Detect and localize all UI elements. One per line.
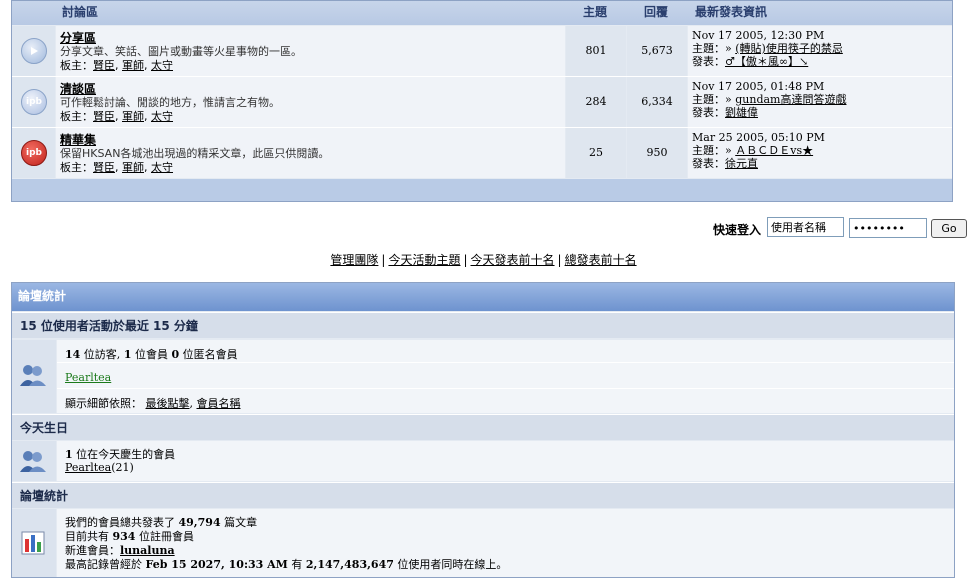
last-poster-link[interactable]: 徐元直 (725, 157, 758, 170)
ipb-redirect-icon: ipb (21, 140, 47, 166)
last-post-arrow: » (725, 42, 732, 55)
topic-count: 25 (566, 128, 626, 178)
birthday-member: Pearltea(21) (65, 461, 134, 474)
header-last-post: 最新發表資訊 (695, 5, 768, 19)
header-replies: 回覆 (644, 5, 669, 19)
moderator-link[interactable]: 賢臣 (93, 161, 115, 174)
forum-row: ipb 精華集 保留HKSAN各城池出現過的精采文章，此區只供閱讀。 板主：賢臣… (12, 128, 952, 178)
forum-table: 討論區 主題 回覆 最新發表資訊 分享區 分享文章、笑話、圖片或動畫等火星事物的… (11, 0, 953, 202)
sort-member-name-link[interactable]: 會員名稱 (197, 397, 241, 410)
topic-count: 801 (566, 26, 626, 76)
topic-count: 284 (566, 77, 626, 127)
ipb-read-icon: ipb (21, 89, 47, 115)
last-post-date: Mar 25 2005, 05:10 PM (692, 131, 825, 144)
forum-read-icon (21, 38, 47, 64)
moderator-link[interactable]: 軍師 (122, 110, 144, 123)
forum-moderators: 板主：賢臣, 軍師, 太守 (60, 110, 173, 123)
forum-table-header: 討論區 主題 回覆 最新發表資訊 (12, 1, 952, 25)
moderator-link[interactable]: 賢臣 (93, 59, 115, 72)
sort-last-click-link[interactable]: 最後點擊 (146, 397, 190, 410)
birthday-header: 今天生日 (12, 414, 954, 440)
forum-moderators: 板主：賢臣, 軍師, 太守 (60, 59, 173, 72)
poster-label: 發表： (692, 157, 725, 170)
header-topics: 主題 (583, 5, 608, 19)
last-post-topic-link[interactable]: ＡＢＣＤＥvs★ (735, 144, 813, 157)
users-icon (20, 451, 46, 472)
moderator-link[interactable]: 軍師 (122, 161, 144, 174)
forum-row: ipb 清談區 可作輕鬆討論、閒談的地方，惟請言之有物。 板主：賢臣, 軍師, … (12, 77, 952, 127)
moderators-label: 板主： (60, 161, 93, 174)
moderator-link[interactable]: 太守 (151, 59, 173, 72)
username-input[interactable] (767, 217, 844, 237)
moderator-link[interactable]: 太守 (151, 110, 173, 123)
active-summary: 14 位訪客, 1 位會員 0 位匿名會員 (65, 348, 238, 361)
link-today-active[interactable]: 今天活動主題 (388, 253, 460, 267)
poster-label: 發表： (692, 106, 725, 119)
birthday-count: 1 位在今天慶生的會員 (65, 448, 176, 461)
last-poster-link[interactable]: 劉雄偉 (725, 106, 758, 119)
last-post-topic-link[interactable]: (轉貼)使用筷子的禁忌 (735, 42, 843, 55)
forum-moderators: 板主：賢臣, 軍師, 太守 (60, 161, 173, 174)
link-staff[interactable]: 管理團隊 (330, 253, 378, 267)
last-post-info: Nov 17 2005, 12:30 PM 主題：» (轉貼)使用筷子的禁忌 發… (688, 26, 952, 76)
last-post-date: Nov 17 2005, 12:30 PM (692, 29, 825, 42)
poster-label: 發表： (692, 55, 725, 68)
topic-label: 主題： (692, 93, 725, 106)
moderator-link[interactable]: 軍師 (122, 59, 144, 72)
board-stats-header: 論壇統計 (12, 482, 954, 508)
last-post-info: Mar 25 2005, 05:10 PM 主題：» ＡＢＣＤＥvs★ 發表：徐… (688, 128, 952, 178)
sort-options: 顯示細節依照： 最後點擊, 會員名稱 (65, 397, 241, 410)
moderators-label: 板主： (60, 59, 93, 72)
users-icon (20, 365, 46, 386)
board-stats: 論壇統計 15 位使用者活動於最近 15 分鐘 14 位訪客, 1 位會員 0 … (11, 282, 955, 578)
online-user-link[interactable]: Pearltea (65, 371, 111, 384)
active-users-header: 15 位使用者活動於最近 15 分鐘 (12, 312, 954, 338)
header-forum: 討論區 (62, 5, 99, 19)
go-button[interactable]: Go (931, 219, 967, 238)
quick-login-label: 快速登入 (713, 223, 762, 237)
last-post-info: Nov 17 2005, 01:48 PM 主題：» gundam高達問答遊戲 … (688, 77, 952, 127)
forum-table-footer (12, 179, 952, 201)
password-input[interactable] (849, 218, 927, 238)
last-post-arrow: » (725, 144, 732, 157)
last-post-arrow: » (725, 93, 732, 106)
moderators-label: 板主： (60, 110, 93, 123)
last-post-topic-link[interactable]: gundam高達問答遊戲 (735, 93, 846, 106)
birthday-member-link[interactable]: Pearltea (65, 461, 111, 474)
bar-chart-icon (21, 531, 45, 555)
link-overall-top10[interactable]: 總發表前十名 (565, 253, 637, 267)
topic-label: 主題： (692, 42, 725, 55)
reply-count: 6,334 (627, 77, 687, 127)
reply-count: 5,673 (627, 26, 687, 76)
reply-count: 950 (627, 128, 687, 178)
topic-label: 主題： (692, 144, 725, 157)
last-poster-link[interactable]: ♂【傲＊風∞】↘ (725, 55, 808, 68)
link-today-top10[interactable]: 今天發表前十名 (471, 253, 555, 267)
quick-links: 管理團隊 | 今天活動主題 | 今天發表前十名 | 總發表前十名 (330, 253, 637, 267)
forum-row: 分享區 分享文章、笑話、圖片或動畫等火星事物的一區。 板主：賢臣, 軍師, 太守… (12, 26, 952, 76)
moderator-link[interactable]: 太守 (151, 161, 173, 174)
stats-title: 論壇統計 (12, 283, 954, 311)
last-post-date: Nov 17 2005, 01:48 PM (692, 80, 825, 93)
moderator-link[interactable]: 賢臣 (93, 110, 115, 123)
record-online: 最高記錄曾經於 Feb 15 2027, 10:33 AM 有 2,147,48… (65, 558, 508, 571)
